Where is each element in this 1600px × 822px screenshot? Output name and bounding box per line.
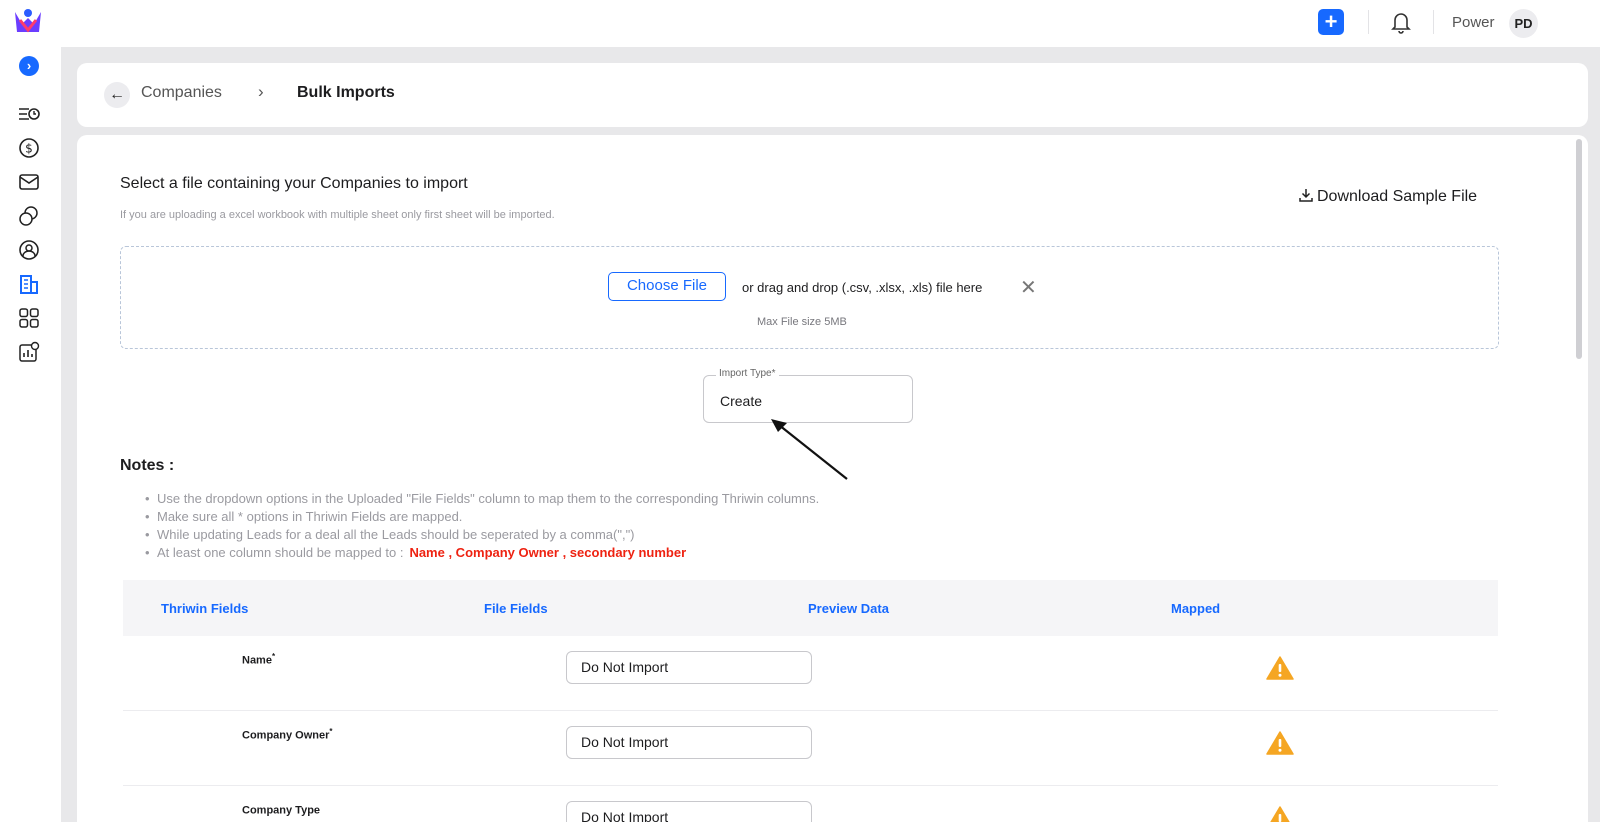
page-title: Bulk Imports <box>297 84 395 101</box>
back-arrow-icon[interactable]: ← <box>104 82 130 108</box>
add-button[interactable]: + <box>1318 9 1344 35</box>
breadcrumb: ← Companies › Bulk Imports <box>77 63 1588 127</box>
divider <box>1368 10 1369 34</box>
divider <box>1433 10 1434 34</box>
file-field-select[interactable]: Do Not Import <box>566 651 812 684</box>
upload-subtitle: If you are uploading a excel workbook wi… <box>120 209 555 221</box>
header-file-fields: File Fields <box>484 601 548 616</box>
top-bar: + Power PD <box>0 0 1600 47</box>
chat-icon[interactable] <box>18 205 40 227</box>
drop-instructions: or drag and drop (.csv, .xlsx, .xls) fil… <box>742 280 983 295</box>
header-preview-data: Preview Data <box>808 601 889 616</box>
bulk-import-panel: Select a file containing your Companies … <box>77 135 1588 822</box>
note-item: While updating Leads for a deal all the … <box>145 526 819 544</box>
reports-settings-icon[interactable] <box>18 341 40 363</box>
file-field-select[interactable]: Do Not Import <box>566 726 812 759</box>
note-item-text: At least one column should be mapped to … <box>157 545 404 560</box>
activity-timeline-icon[interactable] <box>18 103 40 125</box>
mapping-table-header: Thriwin Fields File Fields Preview Data … <box>123 580 1498 636</box>
choose-file-button[interactable]: Choose File <box>608 272 726 301</box>
avatar[interactable]: PD <box>1509 9 1538 38</box>
apps-grid-icon[interactable] <box>18 307 40 329</box>
notes-list: Use the dropdown options in the Uploaded… <box>145 490 819 562</box>
close-icon[interactable]: ✕ <box>1020 275 1037 300</box>
table-row: Company Owner* Do Not Import <box>123 711 1498 786</box>
import-type-select[interactable]: Import Type* Create <box>703 368 913 423</box>
header-thriwin-fields: Thriwin Fields <box>161 601 249 616</box>
breadcrumb-companies-link[interactable]: Companies <box>141 84 222 102</box>
import-type-label: Import Type* <box>716 368 779 379</box>
companies-icon[interactable] <box>18 273 40 295</box>
app-logo[interactable] <box>12 6 44 38</box>
header-mapped: Mapped <box>1171 601 1221 616</box>
download-sample-label: Download Sample File <box>1317 188 1478 205</box>
bell-icon[interactable] <box>1389 9 1413 35</box>
download-sample-link[interactable]: Download Sample File <box>1299 188 1477 206</box>
upload-title: Select a file containing your Companies … <box>120 175 468 192</box>
deals-dollar-icon[interactable]: $ <box>18 137 40 159</box>
table-row: Company Type Do Not Import <box>123 786 1498 822</box>
import-type-value: Create <box>720 393 763 409</box>
note-item: Use the dropdown options in the Uploaded… <box>145 490 819 508</box>
warning-icon <box>1270 806 1290 822</box>
thriwin-field-label: Company Type <box>242 804 321 817</box>
scrollbar[interactable] <box>1576 139 1582 359</box>
file-field-select[interactable]: Do Not Import <box>566 801 812 822</box>
note-item: Make sure all * options in Thriwin Field… <box>145 508 819 526</box>
required-fields: Name , Company Owner , secondary number <box>409 545 687 560</box>
sidebar: › $ <box>0 47 61 822</box>
notes-title: Notes : <box>120 457 175 474</box>
sidebar-expand-button[interactable]: › <box>19 56 39 76</box>
contacts-icon[interactable] <box>18 239 40 261</box>
warning-icon <box>1266 656 1294 680</box>
chevron-right-icon: › <box>258 82 264 101</box>
table-row: Name* Do Not Import <box>123 636 1498 711</box>
mail-icon[interactable] <box>18 171 40 193</box>
annotation-arrow-icon <box>771 419 848 480</box>
note-item: At least one column should be mapped to … <box>145 544 819 562</box>
svg-text:$: $ <box>25 142 33 156</box>
download-icon <box>1299 189 1313 202</box>
thriwin-field-label: Name* <box>242 652 276 667</box>
file-dropzone[interactable]: Choose File or drag and drop (.csv, .xls… <box>120 246 1499 349</box>
warning-icon <box>1266 731 1294 755</box>
username[interactable]: Power <box>1452 14 1495 31</box>
thriwin-field-label: Company Owner* <box>242 727 333 742</box>
max-file-size: Max File size 5MB <box>757 316 847 328</box>
